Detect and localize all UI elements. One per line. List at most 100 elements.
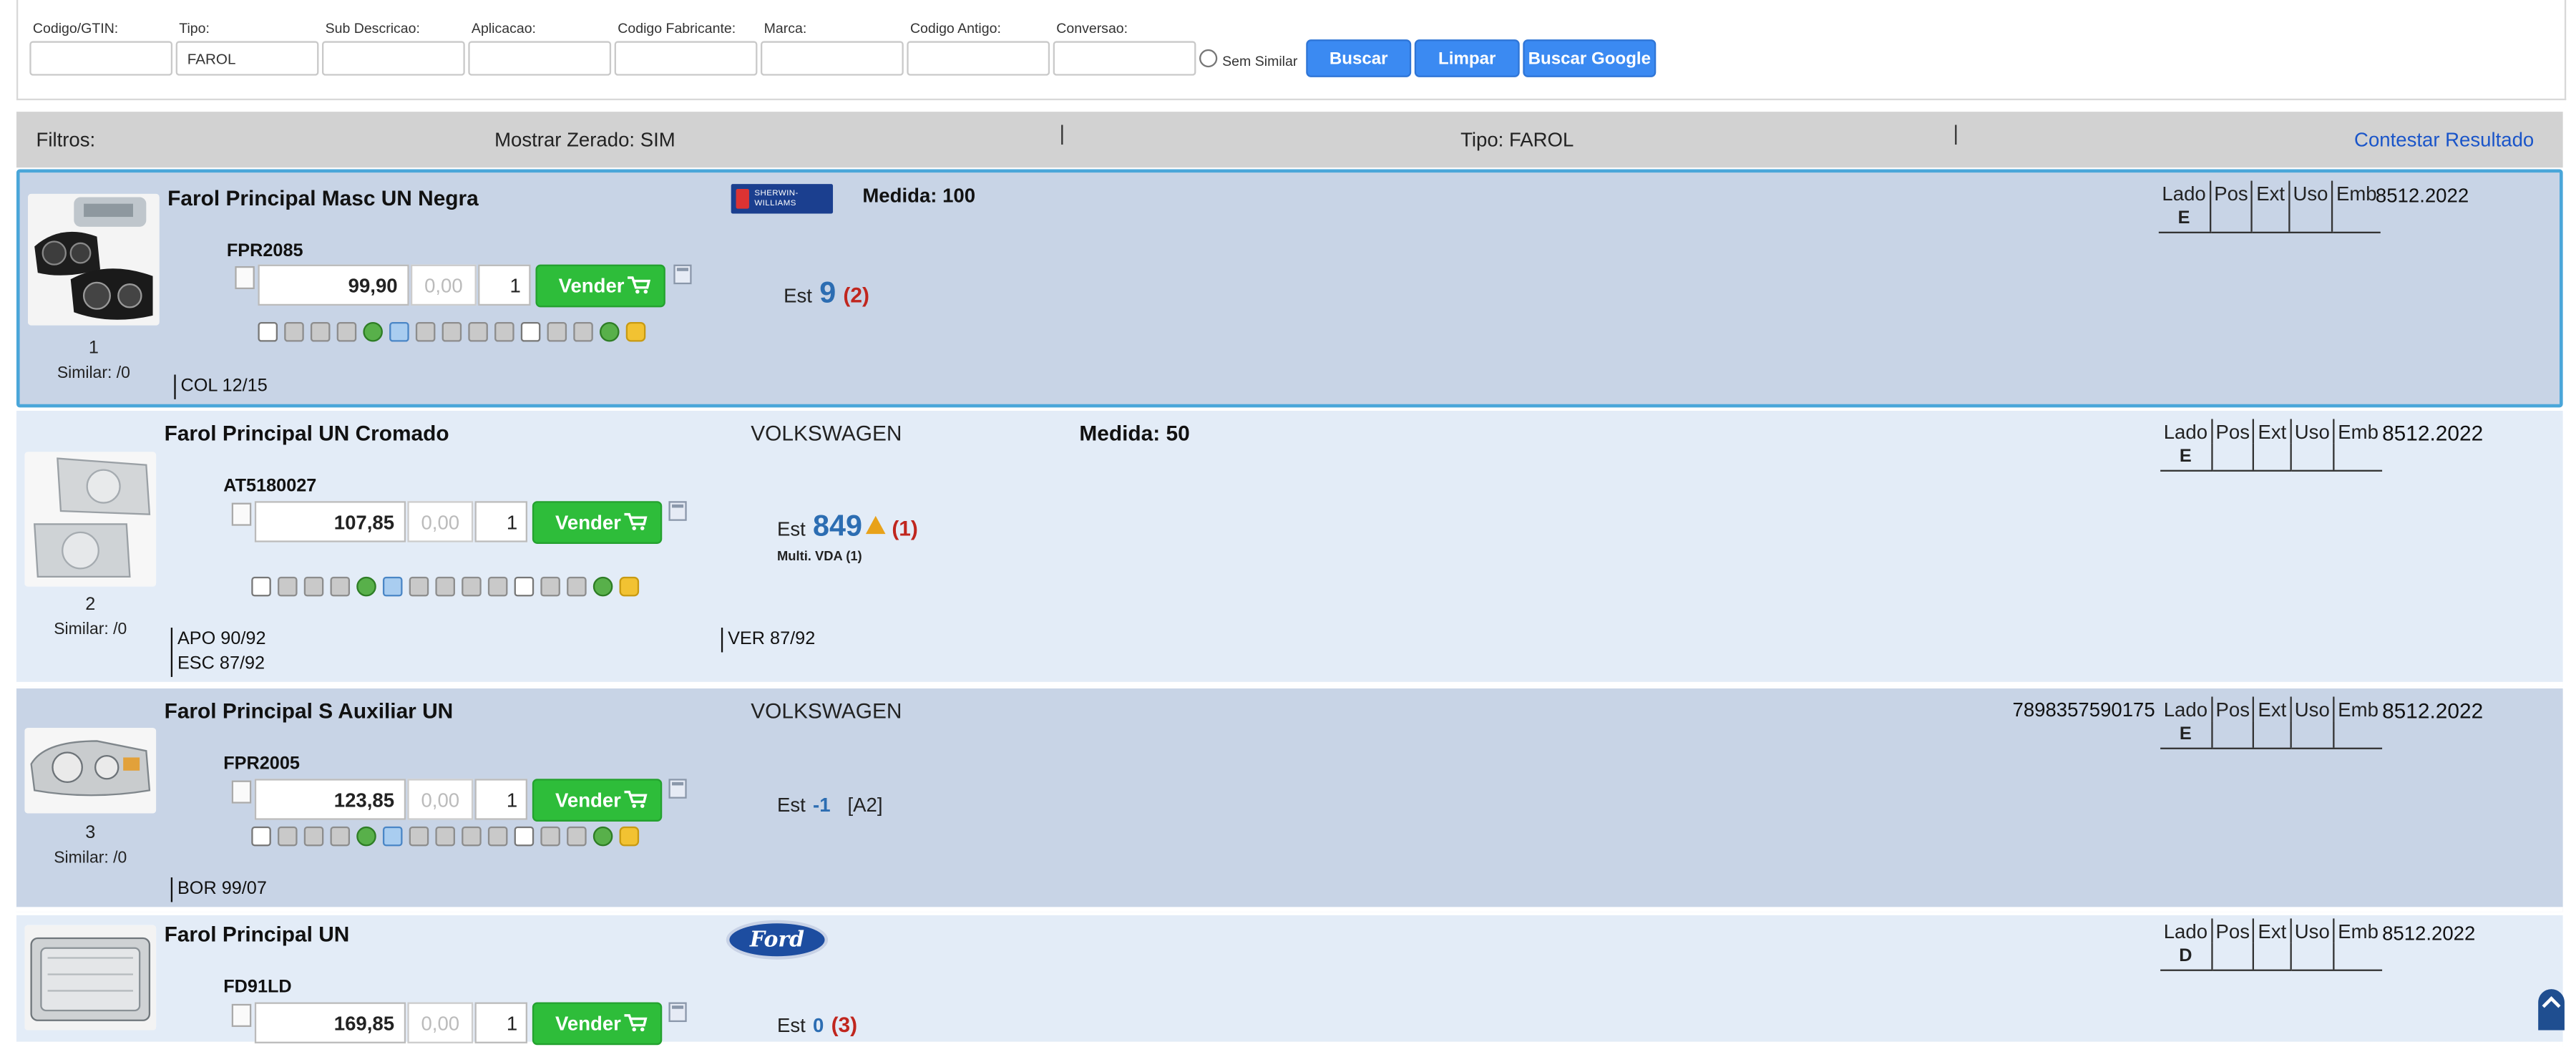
sem-similar-radio[interactable]: [1199, 49, 1218, 68]
hierarchy-icon[interactable]: [409, 826, 429, 847]
calculator-icon[interactable]: [673, 264, 692, 285]
limpar-button[interactable]: Limpar: [1414, 39, 1520, 77]
network-icon[interactable]: [547, 322, 567, 342]
product-image[interactable]: [24, 452, 157, 587]
document-icon[interactable]: [284, 322, 304, 342]
copy-icon[interactable]: [251, 826, 271, 847]
quantity-input[interactable]: 1: [474, 779, 527, 820]
check-icon[interactable]: [356, 576, 376, 597]
list-icon[interactable]: [567, 576, 587, 597]
thumbs-up-icon[interactable]: [619, 826, 640, 847]
conversao-input[interactable]: [1053, 41, 1196, 76]
tipo-input[interactable]: FAROL: [175, 41, 319, 76]
table-icon[interactable]: [382, 826, 403, 847]
check-icon[interactable]: [356, 826, 376, 847]
table-icon[interactable]: [382, 576, 403, 597]
hierarchy-icon[interactable]: [409, 576, 429, 597]
price-input[interactable]: 123,85: [254, 779, 406, 820]
hierarchy-icon[interactable]: [415, 322, 436, 342]
quantity-input[interactable]: 1: [478, 264, 531, 306]
car-icon[interactable]: [487, 576, 508, 597]
thumbs-up-icon[interactable]: [625, 322, 646, 342]
print-icon[interactable]: [462, 576, 482, 597]
copy-icon[interactable]: [231, 502, 252, 526]
stock-value[interactable]: -1: [813, 794, 831, 817]
network-icon[interactable]: [540, 826, 560, 847]
document-icon[interactable]: [278, 576, 298, 597]
sub-descricao-input[interactable]: [322, 41, 465, 76]
similar-link[interactable]: Similar: /0: [24, 621, 156, 639]
truck-icon[interactable]: [330, 576, 351, 597]
vender-button[interactable]: Vender: [532, 501, 663, 544]
compare-icon[interactable]: [435, 826, 455, 847]
check-icon[interactable]: [363, 322, 383, 342]
vender-button[interactable]: Vender: [532, 1002, 663, 1046]
price-input[interactable]: 169,85: [254, 1002, 406, 1043]
vender-button[interactable]: Vender: [535, 264, 665, 308]
stock-value[interactable]: 0: [813, 1014, 824, 1037]
copy-icon[interactable]: [258, 322, 278, 342]
print-icon[interactable]: [462, 826, 482, 847]
price-input[interactable]: 107,85: [254, 501, 406, 542]
product-title[interactable]: Farol Principal UN: [165, 922, 350, 946]
truck-icon[interactable]: [336, 322, 357, 342]
aplicacao-input[interactable]: [468, 41, 612, 76]
recycle-icon[interactable]: [592, 576, 613, 597]
list-icon[interactable]: [573, 322, 593, 342]
fabricante-input[interactable]: [614, 41, 758, 76]
similar-link[interactable]: Similar: /0: [24, 849, 156, 867]
document-icon[interactable]: [278, 826, 298, 847]
product-title[interactable]: Farol Principal Masc UN Negra: [167, 185, 479, 210]
photo-icon[interactable]: [303, 826, 324, 847]
print-icon[interactable]: [468, 322, 488, 342]
buscar-button[interactable]: Buscar: [1306, 39, 1412, 77]
window-icon[interactable]: [520, 322, 541, 342]
table-icon[interactable]: [389, 322, 409, 342]
thumbs-up-icon[interactable]: [619, 576, 640, 597]
scroll-to-top-button[interactable]: [2538, 989, 2565, 1031]
truck-icon[interactable]: [330, 826, 351, 847]
window-icon[interactable]: [514, 826, 535, 847]
stock-branches[interactable]: (2): [843, 283, 869, 307]
stock-value[interactable]: 9: [819, 276, 836, 309]
price-input[interactable]: 99,90: [258, 264, 409, 306]
compare-icon[interactable]: [435, 576, 455, 597]
stock-branches[interactable]: (3): [831, 1012, 857, 1036]
product-title[interactable]: Farol Principal UN Cromado: [165, 421, 449, 445]
stock-branches[interactable]: (1): [892, 516, 917, 540]
photo-icon[interactable]: [303, 576, 324, 597]
stock-value[interactable]: 849: [813, 510, 862, 542]
discount-input[interactable]: 0,00: [407, 1002, 474, 1043]
photo-icon[interactable]: [310, 322, 331, 342]
similar-link[interactable]: Similar: /0: [28, 365, 160, 383]
car-icon[interactable]: [487, 826, 508, 847]
discount-input[interactable]: 0,00: [407, 779, 474, 820]
window-icon[interactable]: [514, 576, 535, 597]
vender-button[interactable]: Vender: [532, 779, 663, 822]
codigo-input[interactable]: [29, 41, 173, 76]
codigo-antigo-input[interactable]: [907, 41, 1050, 76]
product-image[interactable]: [24, 925, 157, 1031]
recycle-icon[interactable]: [600, 322, 620, 342]
copy-icon[interactable]: [235, 266, 255, 290]
calculator-icon[interactable]: [668, 1002, 687, 1023]
copy-icon[interactable]: [231, 1003, 252, 1027]
marca-input[interactable]: [761, 41, 904, 76]
product-title[interactable]: Farol Principal S Auxiliar UN: [165, 698, 454, 723]
quantity-input[interactable]: 1: [474, 1002, 527, 1043]
discount-input[interactable]: 0,00: [407, 501, 474, 542]
copy-icon[interactable]: [251, 576, 271, 597]
buscar-google-button[interactable]: Buscar Google: [1523, 39, 1657, 77]
recycle-icon[interactable]: [592, 826, 613, 847]
calculator-icon[interactable]: [668, 501, 687, 521]
contestar-resultado-link[interactable]: Contestar Resultado: [2354, 128, 2534, 151]
product-image[interactable]: [24, 728, 157, 814]
copy-icon[interactable]: [231, 780, 252, 804]
product-image[interactable]: [28, 193, 160, 326]
list-icon[interactable]: [567, 826, 587, 847]
network-icon[interactable]: [540, 576, 560, 597]
car-icon[interactable]: [494, 322, 514, 342]
compare-icon[interactable]: [441, 322, 462, 342]
quantity-input[interactable]: 1: [474, 501, 527, 542]
discount-input[interactable]: 0,00: [410, 264, 477, 306]
